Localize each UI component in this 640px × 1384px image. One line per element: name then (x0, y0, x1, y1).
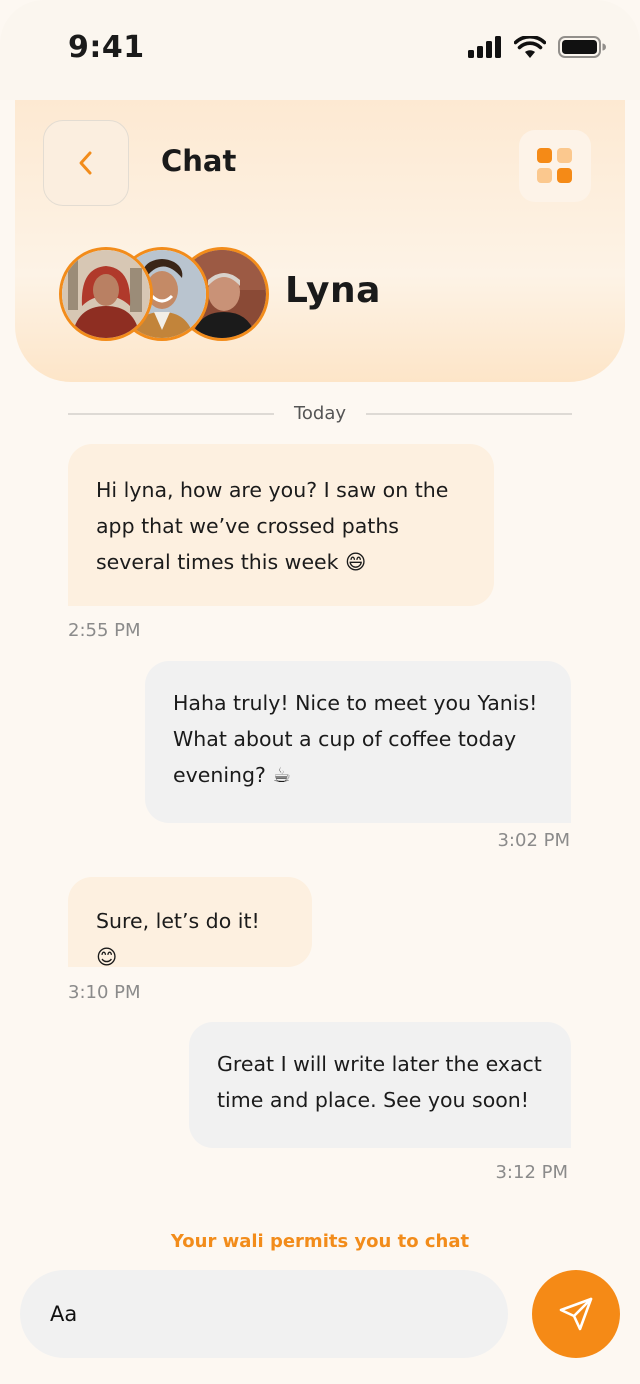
message-line: time and place. See you soon! (217, 1088, 530, 1112)
battery-icon (558, 36, 606, 58)
contact-name: Lyna (285, 270, 381, 311)
send-button[interactable] (532, 1270, 620, 1358)
message-line: evening? ☕ (173, 763, 291, 787)
message-time: 3:02 PM (497, 830, 570, 851)
page-title: Chat (161, 144, 237, 178)
status-time: 9:41 (68, 30, 145, 65)
chat-header: Chat Lyna (15, 100, 625, 382)
menu-button[interactable] (519, 130, 591, 202)
back-button[interactable] (43, 120, 129, 206)
date-divider-label: Today (275, 403, 365, 424)
message-input-placeholder: Aa (50, 1302, 78, 1326)
grid-icon (537, 148, 572, 183)
message-input[interactable]: Aa (20, 1270, 508, 1358)
message-bubble-incoming[interactable]: Hi lyna, how are you? I saw on the app t… (68, 444, 494, 606)
date-divider: Today (0, 403, 640, 424)
message-line: Haha truly! Nice to meet you Yanis! (173, 691, 538, 715)
avatar (59, 247, 153, 341)
message-line: app that we’ve crossed paths (96, 514, 399, 538)
status-icons (468, 36, 606, 58)
status-bar: 9:41 (0, 0, 640, 100)
phone-screen: 9:41 Chat Lyna Today Hi lyna, how are yo… (0, 0, 640, 1384)
wali-permission-notice: Your wali permits you to chat (170, 1231, 470, 1252)
message-line: several times this week 😄 (96, 550, 367, 574)
message-time: 2:55 PM (68, 620, 141, 641)
message-time: 3:10 PM (68, 982, 141, 1003)
send-icon (559, 1297, 593, 1331)
contact-avatars (59, 247, 269, 343)
message-time: 3:12 PM (495, 1162, 568, 1183)
message-bubble-outgoing[interactable]: Great I will write later the exact time … (189, 1022, 571, 1148)
chevron-left-icon (79, 151, 92, 175)
message-bubble-incoming[interactable]: Sure, let’s do it! 😊 (68, 877, 312, 969)
wifi-icon (514, 36, 546, 58)
message-line: What about a cup of coffee today (173, 727, 517, 751)
signal-icon (468, 36, 501, 58)
message-line: Sure, let’s do it! 😊 (96, 909, 260, 969)
message-line: Great I will write later the exact (217, 1052, 542, 1076)
message-line: Hi lyna, how are you? I saw on the (96, 478, 449, 502)
message-bubble-outgoing[interactable]: Haha truly! Nice to meet you Yanis! What… (145, 661, 571, 823)
